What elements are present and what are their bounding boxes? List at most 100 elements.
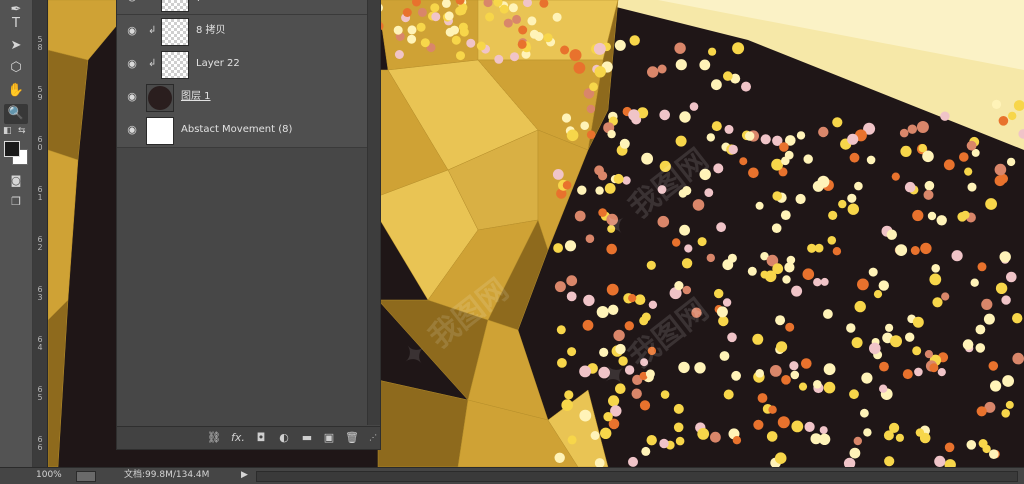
layer-row-layer-22[interactable]: ◉ ↲ Layer 22 bbox=[117, 48, 367, 82]
visibility-eye-icon[interactable]: ◉ bbox=[125, 90, 139, 104]
layers-panel-footer: ⛓ fx. ◘ ◐ ▬ ▣ 🗑 ⋰ bbox=[117, 426, 380, 449]
zoom-tool-icon[interactable]: 🔍 bbox=[4, 104, 28, 124]
confetti-dot bbox=[779, 142, 789, 152]
confetti-dot bbox=[606, 213, 618, 226]
clipping-mask-icon: ↲ bbox=[148, 58, 157, 69]
layer-row-preview[interactable]: ◉ preview bbox=[117, 0, 367, 15]
resize-grip-icon[interactable]: ⋰ bbox=[366, 431, 380, 445]
confetti-dot bbox=[569, 49, 582, 62]
confetti-dot bbox=[879, 361, 889, 372]
confetti-dot bbox=[1001, 295, 1011, 305]
confetti-dot bbox=[781, 156, 790, 166]
quick-mask-icon[interactable]: ◙ bbox=[4, 171, 28, 191]
confetti-dot bbox=[599, 347, 609, 357]
confetti-dot bbox=[556, 325, 566, 335]
confetti-dot bbox=[745, 131, 755, 141]
layer-row-layer-1[interactable]: ◉ 图层 1 bbox=[117, 81, 367, 115]
confetti-dot bbox=[923, 189, 934, 200]
confetti-dot bbox=[936, 215, 947, 226]
fx-icon[interactable]: fx. bbox=[231, 431, 245, 445]
visibility-eye-icon[interactable]: ◉ bbox=[125, 24, 139, 38]
link-layers-icon[interactable]: ⛓ bbox=[207, 431, 221, 445]
screen-mode-icon[interactable]: ❐ bbox=[4, 192, 28, 212]
confetti-dot bbox=[878, 280, 889, 291]
layer-name: 8 拷贝 bbox=[196, 25, 226, 36]
confetti-dot bbox=[711, 121, 722, 132]
confetti-dot bbox=[675, 59, 687, 71]
shape-tool-icon[interactable]: ⬡ bbox=[4, 58, 28, 78]
confetti-dot bbox=[782, 275, 791, 284]
confetti-dot bbox=[603, 412, 613, 422]
confetti-dot bbox=[760, 270, 769, 279]
confetti-dot bbox=[561, 113, 572, 123]
confetti-dot bbox=[851, 337, 863, 349]
confetti-dot bbox=[1001, 409, 1010, 418]
new-group-icon[interactable]: ▬ bbox=[300, 431, 314, 445]
confetti-dot bbox=[857, 278, 869, 291]
confetti-dot bbox=[934, 455, 946, 467]
confetti-dot bbox=[813, 278, 822, 287]
type-tool-icon[interactable]: T bbox=[4, 14, 28, 34]
confetti-dot bbox=[499, 4, 509, 14]
layers-scrollbar[interactable] bbox=[367, 0, 380, 425]
layers-panel: ◉ preview ◉ ↲ 8 拷贝 ◉ ↲ Layer 22 ◉ 图层 1 ◉… bbox=[116, 0, 381, 450]
confetti-dot bbox=[796, 131, 806, 140]
confetti-dot bbox=[560, 45, 570, 55]
confetti-dot bbox=[673, 422, 684, 433]
confetti-dot bbox=[614, 39, 626, 51]
confetti-dot bbox=[732, 42, 745, 55]
status-menu-arrow-icon[interactable]: ▶ bbox=[241, 468, 248, 483]
add-mask-icon[interactable]: ◘ bbox=[254, 431, 268, 445]
horizontal-scrollbar[interactable] bbox=[256, 471, 1018, 482]
confetti-dot bbox=[647, 66, 659, 78]
confetti-dot bbox=[722, 298, 732, 307]
visibility-eye-icon[interactable]: ◉ bbox=[125, 123, 139, 137]
delete-layer-icon[interactable]: 🗑 bbox=[345, 431, 359, 445]
confetti-dot bbox=[711, 79, 722, 91]
confetti-dot bbox=[607, 129, 616, 139]
confetti-dot bbox=[503, 18, 513, 28]
confetti-dot bbox=[961, 210, 970, 220]
confetti-dot bbox=[918, 144, 927, 153]
foreground-color-swatch[interactable] bbox=[4, 141, 20, 157]
confetti-dot bbox=[791, 420, 804, 433]
zoom-level[interactable]: 100% bbox=[36, 468, 62, 483]
confetti-dot bbox=[1005, 400, 1014, 409]
confetti-dot bbox=[557, 358, 567, 368]
confetti-dot bbox=[567, 347, 577, 357]
confetti-dot bbox=[747, 266, 757, 276]
layer-row-abstact-movement[interactable]: ◉ Abstact Movement (8) bbox=[117, 114, 367, 148]
hand-tool-icon[interactable]: ✋ bbox=[4, 81, 28, 101]
confetti-dot bbox=[964, 167, 973, 176]
confetti-dot bbox=[905, 332, 915, 342]
confetti-dot bbox=[722, 259, 734, 271]
confetti-dot bbox=[552, 169, 564, 180]
confetti-dot bbox=[579, 409, 592, 422]
adjustment-layer-icon[interactable]: ◐ bbox=[277, 431, 291, 445]
confetti-dot bbox=[598, 366, 610, 379]
path-selection-tool-icon[interactable]: ➤ bbox=[4, 36, 28, 56]
confetti-dot bbox=[818, 126, 829, 138]
confetti-dot bbox=[606, 283, 619, 296]
confetti-dot bbox=[748, 167, 759, 179]
layer-row-8-copy[interactable]: ◉ ↲ 8 拷贝 bbox=[117, 15, 367, 49]
confetti-dot bbox=[890, 335, 902, 348]
confetti-dot bbox=[682, 285, 692, 295]
visibility-eye-icon[interactable]: ◉ bbox=[125, 0, 139, 4]
default-colors-icon[interactable]: ◧ bbox=[3, 126, 12, 136]
layer-name: Abstact Movement (8) bbox=[181, 124, 293, 135]
confetti-dot bbox=[863, 428, 872, 437]
confetti-dot bbox=[915, 428, 925, 437]
confetti-dot bbox=[959, 152, 969, 162]
swap-colors-icon[interactable]: ⇆ bbox=[18, 126, 26, 136]
confetti-dot bbox=[879, 384, 888, 393]
ruler-label: 6 4 bbox=[37, 335, 43, 352]
confetti-dot bbox=[827, 236, 837, 245]
circle-thumbnail-shape bbox=[148, 86, 172, 110]
confetti-dot bbox=[566, 291, 577, 302]
new-layer-icon[interactable]: ▣ bbox=[322, 431, 336, 445]
confetti-dot bbox=[916, 121, 929, 133]
confetti-dot bbox=[646, 260, 656, 270]
visibility-eye-icon[interactable]: ◉ bbox=[125, 57, 139, 71]
confetti-dot bbox=[924, 180, 935, 191]
